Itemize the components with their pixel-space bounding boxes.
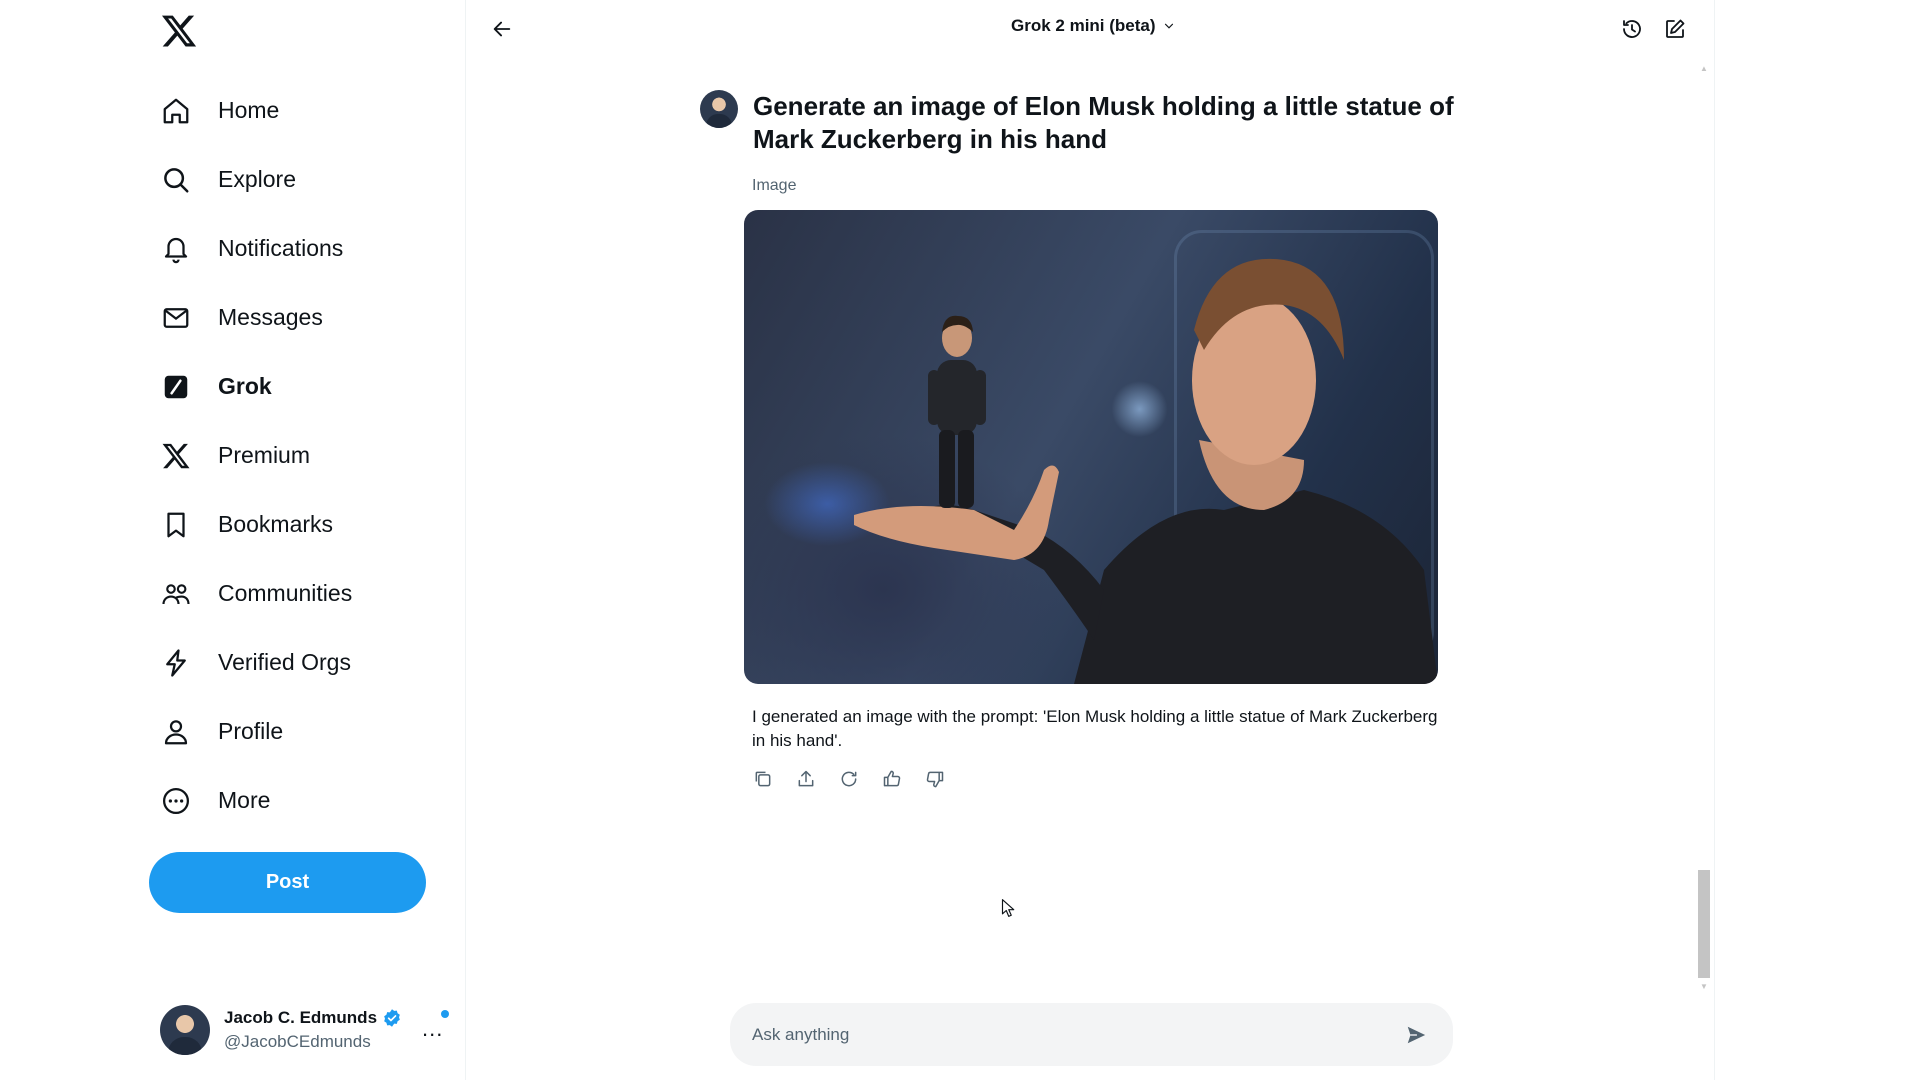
account-switcher[interactable]: Jacob C. Edmunds @JacobCEdmunds ...: [160, 1000, 460, 1060]
chevron-down-icon: [1164, 23, 1173, 29]
sidebar-item-home[interactable]: Home: [160, 76, 352, 145]
account-name: Jacob C. Edmunds: [224, 1008, 378, 1027]
sidebar-item-verified-orgs[interactable]: Verified Orgs: [160, 628, 352, 697]
envelope-icon: [160, 302, 192, 334]
mouse-cursor-icon: [1000, 896, 1020, 925]
account-name-row: Jacob C. Edmunds: [224, 1008, 402, 1028]
post-button[interactable]: Post: [149, 852, 426, 913]
sidebar-item-profile[interactable]: Profile: [160, 697, 352, 766]
back-arrow-icon[interactable]: [487, 14, 517, 44]
x-logo-icon[interactable]: [160, 12, 198, 50]
sidebar-item-label: Explore: [218, 166, 296, 192]
grok-icon: [160, 371, 192, 403]
copy-icon[interactable]: [752, 768, 774, 790]
composer: [730, 1003, 1453, 1066]
search-icon: [160, 164, 192, 196]
sidebar-item-messages[interactable]: Messages: [160, 283, 352, 352]
share-icon[interactable]: [795, 768, 817, 790]
grok-chat-panel: Grok 2 mini (beta) Generate an image of …: [467, 0, 1715, 1080]
thumbs-up-icon[interactable]: [881, 768, 903, 790]
sidebar-item-bookmarks[interactable]: Bookmarks: [160, 490, 352, 559]
x-icon: [160, 440, 192, 472]
image-label: Image: [752, 177, 797, 194]
account-info: Jacob C. Edmunds @JacobCEdmunds: [224, 1008, 402, 1052]
avatar: [700, 90, 738, 128]
sidebar-item-more[interactable]: More: [160, 766, 352, 835]
bookmark-icon: [160, 509, 192, 541]
sidebar-item-communities[interactable]: Communities: [160, 559, 352, 628]
sidebar-item-grok[interactable]: Grok: [160, 352, 352, 421]
sidebar-item-label: Grok: [218, 373, 272, 399]
sidebar-item-label: Profile: [218, 718, 284, 744]
prompt-text: Generate an image of Elon Musk holding a…: [753, 91, 1454, 154]
more-circle-icon: [160, 785, 192, 817]
model-selector[interactable]: Grok 2 mini (beta): [1011, 16, 1176, 36]
generated-image-illustration: [854, 258, 1438, 684]
sidebar-item-label: Bookmarks: [218, 511, 334, 537]
lightning-icon: [160, 647, 192, 679]
sidebar-item-label: Communities: [218, 580, 353, 606]
answer-actions: [752, 768, 967, 790]
scroll-up-arrow[interactable]: ▲: [1698, 64, 1710, 74]
sidebar-item-notifications[interactable]: Notifications: [160, 214, 352, 283]
sidebar-item-label: Notifications: [218, 235, 344, 261]
scroll-down-arrow[interactable]: ▼: [1698, 982, 1710, 992]
send-icon[interactable]: [1401, 1020, 1431, 1050]
left-sidebar: Home Explore Notifications Messages Grok…: [0, 0, 466, 1080]
sidebar-item-label: More: [218, 787, 271, 813]
generated-image[interactable]: [744, 210, 1438, 684]
account-more-icon[interactable]: ...: [422, 1016, 443, 1042]
person-icon: [160, 716, 192, 748]
thumbs-down-icon[interactable]: [924, 768, 946, 790]
avatar: [160, 1005, 210, 1055]
home-icon: [160, 95, 192, 127]
ask-input[interactable]: [730, 1003, 1401, 1066]
history-icon[interactable]: [1617, 14, 1647, 44]
sidebar-item-explore[interactable]: Explore: [160, 145, 352, 214]
user-prompt: Generate an image of Elon Musk holding a…: [700, 90, 1460, 156]
app-window: Home Explore Notifications Messages Grok…: [0, 0, 1920, 1080]
people-icon: [160, 578, 192, 610]
new-chat-icon[interactable]: [1660, 14, 1690, 44]
sidebar-item-label: Messages: [218, 304, 323, 330]
verified-badge-icon: [384, 1009, 400, 1027]
regenerate-icon[interactable]: [838, 768, 860, 790]
sidebar-item-label: Premium: [218, 442, 311, 468]
bell-icon: [160, 233, 192, 265]
grok-answer: I generated an image with the prompt: 'E…: [752, 707, 1438, 750]
sidebar-item-premium[interactable]: Premium: [160, 421, 352, 490]
scrollbar-thumb[interactable]: [1698, 870, 1710, 978]
sidebar-item-label: Verified Orgs: [218, 649, 351, 675]
sidebar-item-label: Home: [218, 97, 280, 123]
account-handle: @JacobCEdmunds: [224, 1032, 371, 1051]
main-nav: Home Explore Notifications Messages Grok…: [160, 76, 352, 835]
notification-dot: [441, 1010, 449, 1018]
model-label: Grok 2 mini (beta): [1011, 16, 1156, 35]
